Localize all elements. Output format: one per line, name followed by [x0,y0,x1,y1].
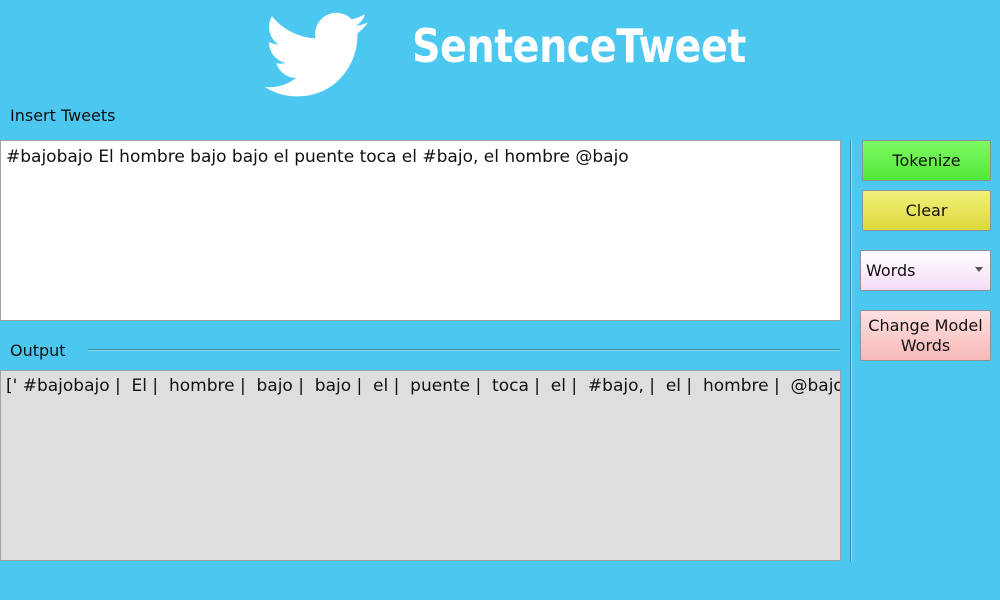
input-label: Insert Tweets [10,106,116,125]
app-title: SentenceTweet [412,19,746,73]
tokenize-button[interactable]: Tokenize [862,140,991,181]
output-box[interactable]: [' #bajobajo | El | hombre | bajo | bajo… [0,370,841,561]
change-model-label-line1: Change Model [868,315,983,335]
model-select-value: Words [866,261,916,280]
output-label: Output [10,341,66,360]
change-model-button[interactable]: Change Model Words [860,310,991,361]
clear-button[interactable]: Clear [862,190,991,231]
chevron-down-icon [975,267,983,272]
clear-button-label: Clear [905,201,948,220]
tokenize-button-label: Tokenize [892,151,961,170]
model-select[interactable]: Words [860,250,991,291]
change-model-label-line2: Words [900,335,951,355]
vertical-divider [850,140,852,561]
tweet-input[interactable]: #bajobajo El hombre bajo bajo el puente … [0,140,841,321]
twitter-bird-icon [264,12,369,97]
output-divider [88,349,840,351]
